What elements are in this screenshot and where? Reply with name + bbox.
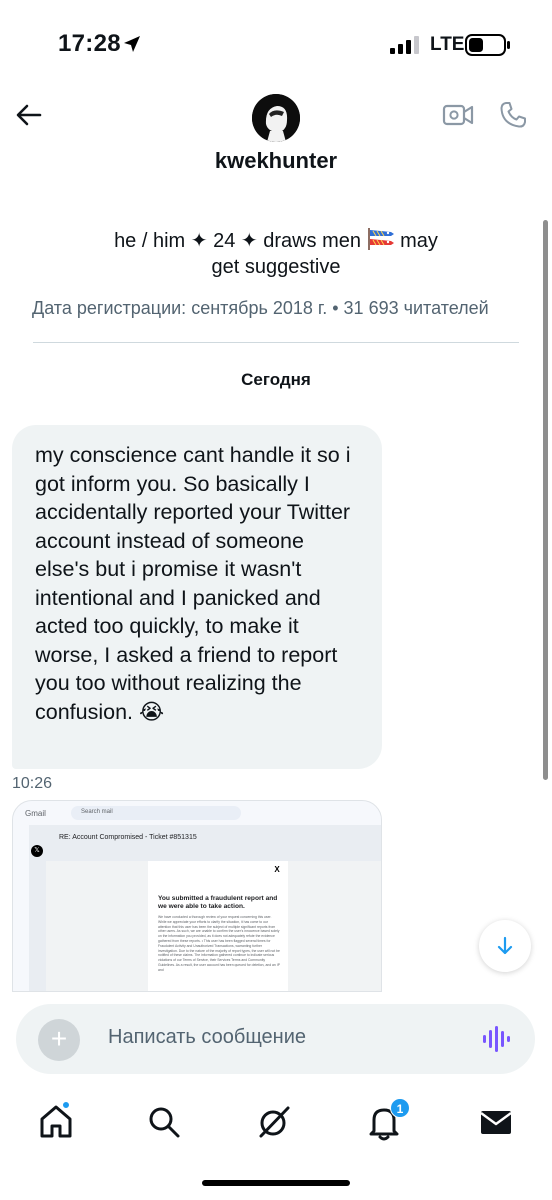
bio-text-line2: get suggestive bbox=[211, 256, 341, 278]
avatar-image bbox=[252, 94, 300, 142]
bio-text-part2: may bbox=[400, 230, 438, 252]
profile-bio: he / him ✦ 24 ✦ draws men may get sugges… bbox=[60, 228, 492, 280]
conversation-header: kwekhunter bbox=[0, 90, 552, 190]
avatar[interactable] bbox=[252, 94, 300, 142]
x-logo-icon: X bbox=[272, 865, 282, 875]
add-attachment-button[interactable]: + bbox=[38, 1019, 80, 1061]
join-info: Дата регистрации: сентябрь 2018 г. • 31 … bbox=[32, 298, 489, 318]
attachment-body: We have conducted a thorough review of y… bbox=[158, 915, 280, 972]
signal-bars-icon bbox=[390, 36, 419, 54]
location-arrow-icon bbox=[124, 36, 140, 52]
battery-icon bbox=[465, 34, 510, 56]
message-input[interactable]: Написать сообщение bbox=[108, 1026, 306, 1049]
status-time: 17:28 bbox=[58, 30, 121, 57]
attachment-search-bar: Search mail bbox=[71, 806, 241, 820]
message-bubble[interactable]: my conscience cant handle it so i got in… bbox=[12, 425, 382, 769]
date-separator: Сегодня bbox=[241, 370, 311, 389]
bottom-navigation: 1 bbox=[0, 1088, 552, 1158]
message-timestamp: 10:26 bbox=[12, 775, 53, 792]
notification-count-badge: 1 bbox=[390, 1098, 410, 1118]
image-attachment[interactable]: Gmail Search mail RE: Account Compromise… bbox=[12, 800, 382, 992]
attachment-subject: RE: Account Compromised - Ticket #851315 bbox=[59, 834, 197, 841]
attachment-sidebar bbox=[13, 825, 29, 991]
phone-icon[interactable] bbox=[498, 100, 528, 130]
carp-streamer-emoji bbox=[367, 228, 394, 250]
voice-message-icon[interactable] bbox=[482, 1026, 510, 1052]
divider bbox=[33, 342, 519, 343]
attachment-search-placeholder: Search mail bbox=[81, 809, 113, 815]
home-badge-dot bbox=[61, 1100, 71, 1110]
grok-icon[interactable] bbox=[254, 1102, 294, 1142]
messages-icon[interactable] bbox=[476, 1102, 516, 1142]
arrow-down-icon bbox=[497, 936, 513, 955]
search-icon[interactable] bbox=[144, 1102, 184, 1142]
attachment-app-label: Gmail bbox=[25, 809, 46, 818]
conversation-username[interactable]: kwekhunter bbox=[0, 148, 552, 174]
message-composer: + Написать сообщение bbox=[16, 1004, 535, 1074]
status-bar: 17:28 LTE bbox=[0, 0, 552, 90]
message-text: my conscience cant handle it so i got in… bbox=[35, 443, 351, 724]
video-camera-icon[interactable] bbox=[442, 101, 474, 129]
x-logo-icon: 𝕏 bbox=[31, 845, 43, 857]
scrollbar[interactable] bbox=[543, 220, 548, 780]
scroll-to-bottom-button[interactable] bbox=[479, 920, 531, 972]
attachment-email-card: X You submitted a fraudulent report and … bbox=[148, 861, 288, 991]
attachment-heading: You submitted a fraudulent report and we… bbox=[158, 895, 278, 910]
back-arrow-icon[interactable] bbox=[14, 100, 44, 130]
bio-text-part1: he / him ✦ 24 ✦ draws men bbox=[114, 230, 362, 252]
network-type: LTE bbox=[430, 34, 465, 55]
home-indicator[interactable] bbox=[202, 1180, 350, 1186]
plus-icon: + bbox=[50, 1023, 68, 1054]
